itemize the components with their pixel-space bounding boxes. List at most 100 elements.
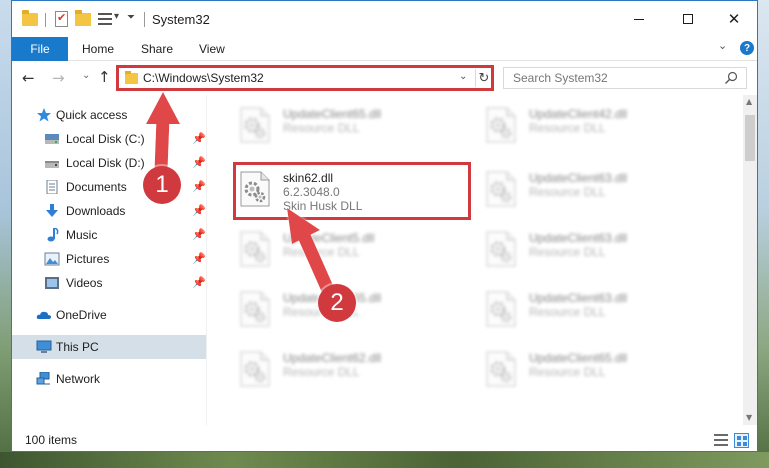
sidebar-item-label: This PC: [56, 340, 99, 354]
scroll-thumb[interactable]: [745, 115, 755, 161]
sidebar-item-downloads[interactable]: Downloads 📌: [12, 199, 206, 223]
file-item[interactable]: UpdateClient5.dll Resource DLL: [233, 223, 473, 279]
dll-file-icon: [239, 351, 271, 387]
file-item[interactable]: UpdateClient63.dll Resource DLL: [479, 283, 719, 339]
documents-icon: [46, 180, 58, 194]
customize-toolbar-icon[interactable]: ⏷: [127, 12, 135, 23]
file-name: skin62.dll: [283, 171, 334, 185]
refresh-icon[interactable]: ↻: [475, 69, 492, 87]
window-title: System32: [152, 12, 210, 27]
file-list: UpdateClient65.dll Resource DLL UpdateCl…: [207, 95, 743, 425]
dll-file-icon: [239, 231, 271, 267]
videos-icon: [45, 277, 59, 289]
file-type: Resource DLL: [283, 121, 360, 135]
quick-access-separator: [45, 13, 46, 27]
forward-arrow-icon[interactable]: →: [52, 69, 65, 87]
file-item[interactable]: UpdateClient42.dll Resource DLL: [479, 99, 719, 155]
file-type: Skin Husk DLL: [283, 199, 363, 213]
search-input[interactable]: [504, 68, 714, 88]
file-name: UpdateClient62.dll: [283, 351, 382, 365]
file-item[interactable]: UpdateClient63.dll Resource DLL: [479, 223, 719, 279]
expand-ribbon-icon[interactable]: ⌄: [718, 39, 727, 52]
sidebar-item-label: Quick access: [56, 108, 128, 122]
address-path[interactable]: C:\Windows\System32: [143, 71, 264, 85]
file-item[interactable]: UpdateClient63.dll Resource DLL: [479, 163, 719, 219]
tab-home[interactable]: Home: [82, 42, 114, 56]
recent-locations-icon[interactable]: ⌄: [82, 70, 90, 81]
address-bar[interactable]: C:\Windows\System32 ⌄ ↻: [118, 67, 492, 89]
file-name: UpdateClient63.dll: [529, 231, 628, 245]
pin-icon[interactable]: 📌: [192, 204, 206, 217]
sidebar-item-label: Downloads: [66, 204, 126, 218]
star-icon: [37, 108, 51, 122]
sidebar-item-label: OneDrive: [56, 308, 107, 322]
file-type: Resource DLL: [283, 365, 360, 379]
step-1-badge: 1: [143, 166, 181, 204]
drive-icon: [45, 161, 59, 168]
desktop-background-right: [758, 0, 769, 468]
chevron-down-icon[interactable]: ▾: [114, 11, 119, 22]
pin-icon[interactable]: 📌: [192, 252, 206, 265]
dll-file-icon: [485, 351, 517, 387]
vertical-scrollbar[interactable]: ▲ ▼: [743, 95, 757, 425]
sidebar-item-local-disk-c[interactable]: Local Disk (C:) 📌: [12, 127, 206, 151]
search-icon[interactable]: [724, 71, 738, 85]
file-item[interactable]: UpdateClient65.dll Resource DLL: [479, 343, 719, 399]
computer-icon: [36, 340, 52, 353]
sidebar-item-local-disk-d[interactable]: Local Disk (D:) 📌: [12, 151, 206, 175]
music-icon: [47, 228, 59, 242]
file-name: UpdateClient42.dll: [529, 107, 628, 121]
sidebar-item-onedrive[interactable]: OneDrive: [12, 303, 206, 327]
download-icon: [46, 204, 58, 217]
drive-icon: [45, 134, 59, 144]
sidebar-item-pictures[interactable]: Pictures 📌: [12, 247, 206, 271]
minimize-button[interactable]: [616, 1, 662, 37]
sidebar-item-music[interactable]: Music 📌: [12, 223, 206, 247]
pin-icon[interactable]: 📌: [192, 132, 206, 145]
scroll-up-icon[interactable]: ▲: [746, 97, 752, 106]
file-item-skin62[interactable]: skin62.dll 6.2.3048.0 Skin Husk DLL: [233, 163, 473, 219]
tab-file[interactable]: File: [12, 37, 68, 61]
details-view-icon[interactable]: [714, 434, 728, 446]
file-item[interactable]: UpdateClient65.dll Resource DLL: [233, 99, 473, 155]
file-name: UpdateClient63.dll: [529, 291, 628, 305]
pin-icon[interactable]: 📌: [192, 228, 206, 241]
dll-file-icon: [485, 231, 517, 267]
sidebar-item-label: Network: [56, 372, 101, 386]
file-type: Resource DLL: [529, 365, 606, 379]
tab-view[interactable]: View: [199, 42, 225, 56]
title-bar[interactable]: ▾ ⏷ System32 ✕: [12, 1, 757, 37]
ribbon-tabs: File Home Share View ⌄ ?: [12, 37, 757, 61]
new-folder-icon[interactable]: [75, 10, 91, 26]
view-options-icon[interactable]: [98, 13, 112, 25]
file-version: 6.2.3048.0: [283, 185, 340, 199]
address-dropdown-icon[interactable]: ⌄: [459, 71, 467, 82]
sidebar-item-this-pc[interactable]: This PC: [12, 335, 206, 359]
file-name: UpdateClient63.dll: [529, 171, 628, 185]
up-arrow-icon[interactable]: ↑: [98, 68, 111, 86]
file-name: UpdateClient65.dll: [283, 107, 382, 121]
desktop-background-left: [0, 0, 11, 468]
properties-icon[interactable]: [55, 11, 68, 27]
dll-file-icon: [485, 107, 517, 143]
pin-icon[interactable]: 📌: [192, 276, 206, 289]
pin-icon[interactable]: 📌: [192, 180, 206, 193]
search-box[interactable]: [503, 67, 747, 89]
sidebar-item-quick-access[interactable]: Quick access: [12, 103, 206, 127]
file-item[interactable]: UpdateClient62.dll Resource DLL: [233, 343, 473, 399]
explorer-window: ▾ ⏷ System32 ✕ File Home Share View ⌄ ? …: [11, 0, 758, 452]
sidebar-item-videos[interactable]: Videos 📌: [12, 271, 206, 295]
maximize-button[interactable]: [665, 1, 711, 37]
folder-icon: [125, 71, 138, 84]
sidebar-item-network[interactable]: Network: [12, 367, 206, 391]
maximize-icon: [683, 14, 693, 24]
pin-icon[interactable]: 📌: [192, 156, 206, 169]
help-icon[interactable]: ?: [740, 41, 754, 55]
tiles-view-icon[interactable]: [734, 433, 749, 448]
scroll-down-icon[interactable]: ▼: [746, 413, 752, 422]
back-arrow-icon[interactable]: ←: [22, 69, 35, 87]
file-type: Resource DLL: [529, 121, 606, 135]
tab-share[interactable]: Share: [141, 42, 173, 56]
item-count: 100 items: [25, 433, 78, 447]
close-button[interactable]: ✕: [711, 1, 757, 37]
